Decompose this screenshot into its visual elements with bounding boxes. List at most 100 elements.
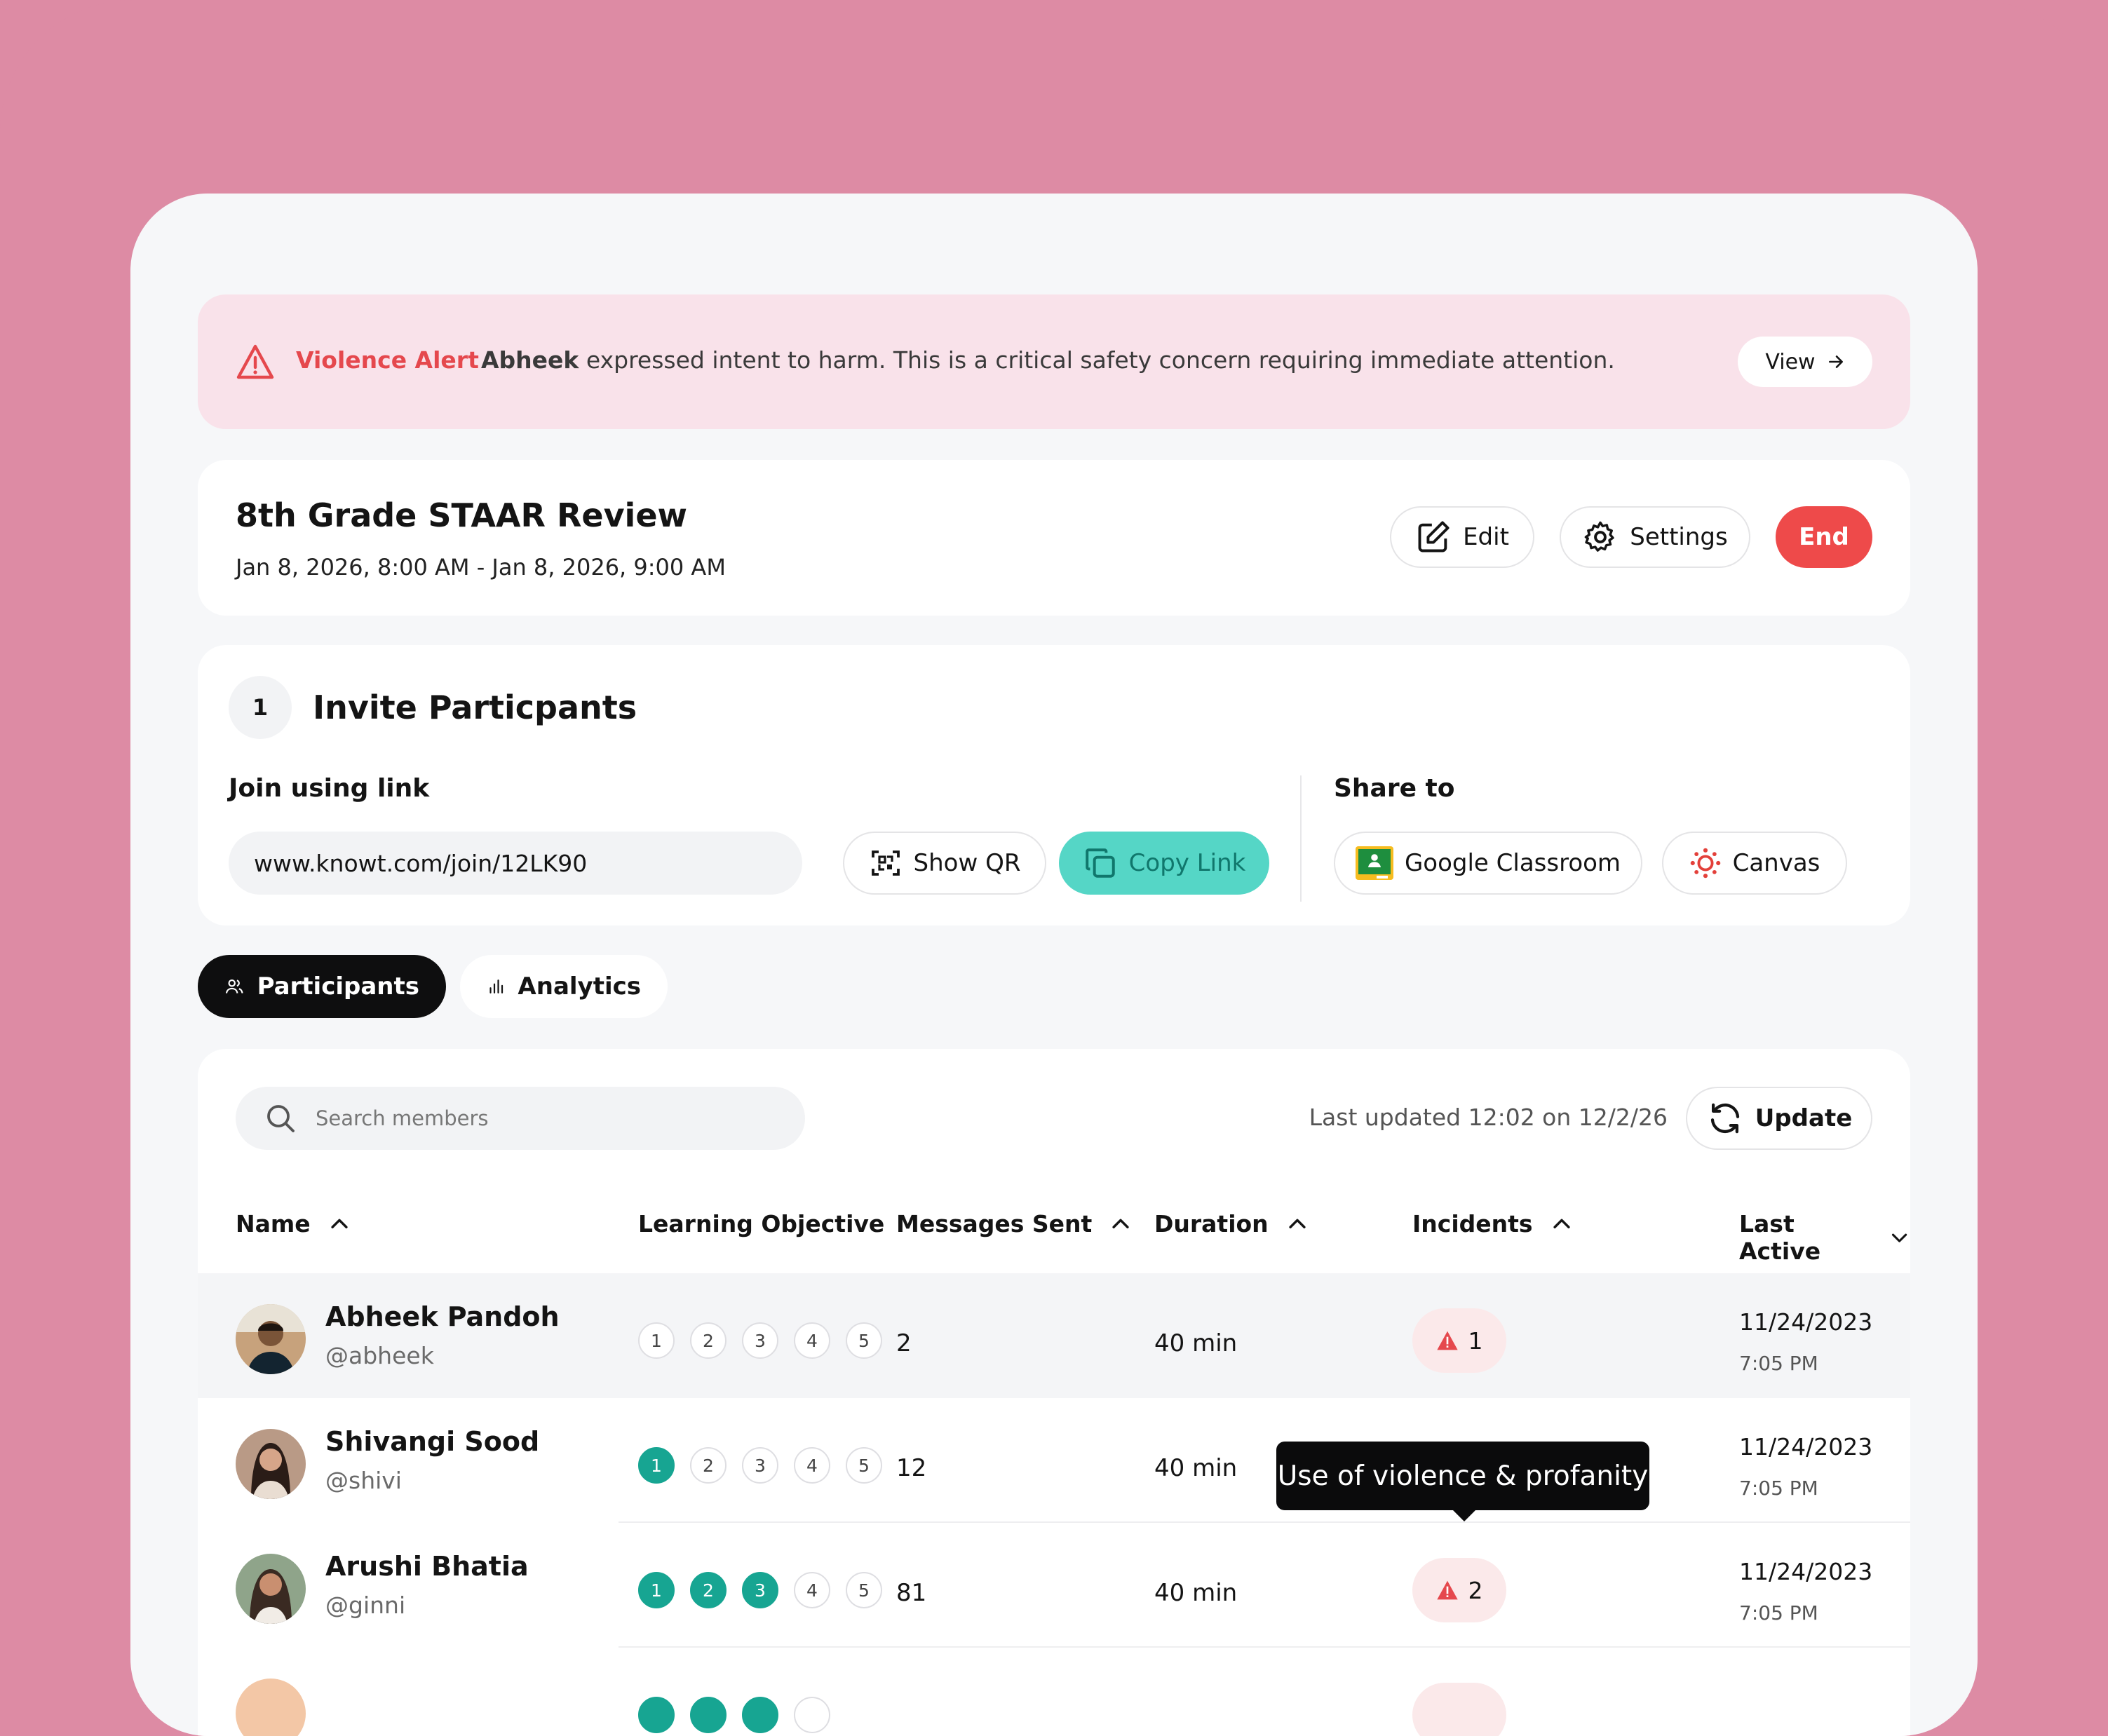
objective-step-complete <box>742 1697 778 1733</box>
invite-title: Invite Particpants <box>313 689 637 726</box>
alert-triangle-icon <box>1436 1580 1458 1600</box>
learning-objective-header-label: Learning Objective <box>638 1210 885 1237</box>
alert-message: Abheek expressed intent to harm. This is… <box>481 346 1615 374</box>
canvas-button[interactable]: Canvas <box>1662 832 1847 895</box>
column-header-last-active[interactable]: Last Active <box>1739 1210 1910 1265</box>
session-title: 8th Grade STAAR Review <box>236 496 688 534</box>
end-session-button[interactable]: End <box>1776 506 1872 568</box>
objective-step: 5 <box>846 1322 882 1359</box>
messages-header-label: Messages Sent <box>896 1210 1093 1237</box>
search-placeholder: Search members <box>316 1106 489 1130</box>
last-active-header-label: Last Active <box>1739 1210 1821 1265</box>
alert-title: Violence Alert <box>296 346 479 374</box>
duration: 40 min <box>1154 1329 1238 1357</box>
analytics-tab-label: Analytics <box>518 972 641 1001</box>
participant-handle: @shivi <box>325 1467 402 1494</box>
avatar <box>236 1304 306 1374</box>
alert-message-text: expressed intent to harm. This is a crit… <box>579 346 1615 374</box>
edit-label: Edit <box>1463 523 1509 551</box>
table-row[interactable]: Shivangi Sood @shivi 1 2 3 4 5 12 40 min… <box>198 1398 1910 1523</box>
qr-scan-icon <box>871 850 900 876</box>
edit-icon <box>1418 521 1450 552</box>
incident-badge[interactable]: 2 <box>1412 1558 1506 1622</box>
session-date-range: Jan 8, 2026, 8:00 AM - Jan 8, 2026, 9:00… <box>236 554 726 581</box>
chevron-up-icon <box>331 1219 348 1228</box>
settings-button[interactable]: Settings <box>1560 506 1750 568</box>
objective-step: 2 <box>690 1322 727 1359</box>
avatar <box>236 1429 306 1499</box>
participants-table-card: Search members Last updated 12:02 on 12/… <box>198 1049 1910 1736</box>
google-classroom-label: Google Classroom <box>1404 849 1621 877</box>
edit-button[interactable]: Edit <box>1390 506 1534 568</box>
bar-chart-icon <box>489 979 504 994</box>
incidents-header-label: Incidents <box>1412 1210 1533 1237</box>
objective-step: 4 <box>794 1322 830 1359</box>
objective-step-complete: 2 <box>690 1572 727 1608</box>
objective-step <box>794 1697 830 1733</box>
objective-step: 4 <box>794 1447 830 1484</box>
column-header-learning-objective[interactable]: Learning Objective <box>638 1210 884 1237</box>
column-header-messages-sent[interactable]: Messages Sent <box>896 1210 1133 1237</box>
messages-sent: 12 <box>896 1454 927 1482</box>
chevron-up-icon <box>1112 1219 1129 1228</box>
column-header-name[interactable]: Name <box>236 1210 351 1237</box>
last-active-time: 7:05 PM <box>1739 1601 1818 1625</box>
session-header-card: 8th Grade STAAR Review Jan 8, 2026, 8:00… <box>198 460 1910 616</box>
show-qr-label: Show QR <box>913 849 1021 877</box>
violence-alert-banner: Violence Alert Abheek expressed intent t… <box>198 294 1910 429</box>
table-row[interactable]: Arushi Bhatia @ginni 1 2 3 4 5 81 40 min… <box>198 1523 1910 1648</box>
google-classroom-icon <box>1355 846 1393 880</box>
incident-count: 2 <box>1468 1576 1483 1604</box>
warning-icon <box>236 344 274 379</box>
join-link-label: Join using link <box>229 774 430 803</box>
learning-objective-progress: 1 2 3 4 5 <box>638 1447 882 1484</box>
learning-objective-progress: 1 2 3 4 5 <box>638 1572 882 1608</box>
last-active-date: 11/24/2023 <box>1739 1308 1873 1336</box>
step-number: 1 <box>229 676 292 739</box>
incident-tooltip: Use of violence & profanity <box>1276 1442 1649 1521</box>
avatar <box>236 1554 306 1624</box>
table-row[interactable]: Abheek Pandoh @abheek 1 2 3 4 5 2 40 min… <box>198 1273 1910 1398</box>
search-members-input[interactable]: Search members <box>236 1087 805 1150</box>
google-classroom-button[interactable]: Google Classroom <box>1334 832 1642 895</box>
tab-participants[interactable]: Participants <box>198 955 446 1018</box>
incident-badge[interactable] <box>1412 1683 1506 1736</box>
alert-triangle-icon <box>1436 1331 1458 1350</box>
show-qr-button[interactable]: Show QR <box>843 832 1046 895</box>
alert-student-name: Abheek <box>481 346 579 374</box>
search-icon <box>267 1105 295 1132</box>
table-row-partial[interactable] <box>198 1648 1910 1736</box>
gear-icon <box>1584 521 1614 552</box>
main-panel: Violence Alert Abheek expressed intent t… <box>130 194 1978 1736</box>
incident-count: 1 <box>1468 1327 1483 1355</box>
update-button[interactable]: Update <box>1686 1087 1872 1150</box>
participants-tab-label: Participants <box>257 972 419 1001</box>
join-link-text: www.knowt.com/join/12LK90 <box>254 849 588 877</box>
messages-sent: 81 <box>896 1579 927 1607</box>
messages-sent: 2 <box>896 1329 912 1357</box>
chevron-up-icon <box>1553 1219 1570 1228</box>
join-link-field[interactable]: www.knowt.com/join/12LK90 <box>229 832 802 895</box>
chevron-up-icon <box>1289 1219 1306 1228</box>
tab-analytics[interactable]: Analytics <box>460 955 668 1018</box>
objective-step-complete <box>690 1697 727 1733</box>
participant-handle: @abheek <box>325 1342 434 1369</box>
participant-name: Abheek Pandoh <box>325 1301 560 1332</box>
learning-objective-progress <box>638 1697 830 1733</box>
last-active-date: 11/24/2023 <box>1739 1558 1873 1585</box>
objective-step-complete: 1 <box>638 1447 675 1484</box>
view-label: View <box>1765 349 1816 374</box>
copy-link-button[interactable]: Copy Link <box>1059 832 1269 895</box>
column-header-incidents[interactable]: Incidents <box>1412 1210 1574 1237</box>
view-alert-button[interactable]: View <box>1738 337 1872 387</box>
objective-step: 3 <box>742 1447 778 1484</box>
settings-label: Settings <box>1630 523 1728 551</box>
refresh-icon <box>1710 1103 1739 1134</box>
incident-badge[interactable]: 1 <box>1412 1308 1506 1373</box>
avatar <box>236 1679 306 1736</box>
share-to-label: Share to <box>1334 774 1455 803</box>
column-header-duration[interactable]: Duration <box>1154 1210 1309 1237</box>
participant-handle: @ginni <box>325 1592 406 1619</box>
invite-participants-card: 1 Invite Particpants Join using link www… <box>198 645 1910 925</box>
learning-objective-progress: 1 2 3 4 5 <box>638 1322 882 1359</box>
